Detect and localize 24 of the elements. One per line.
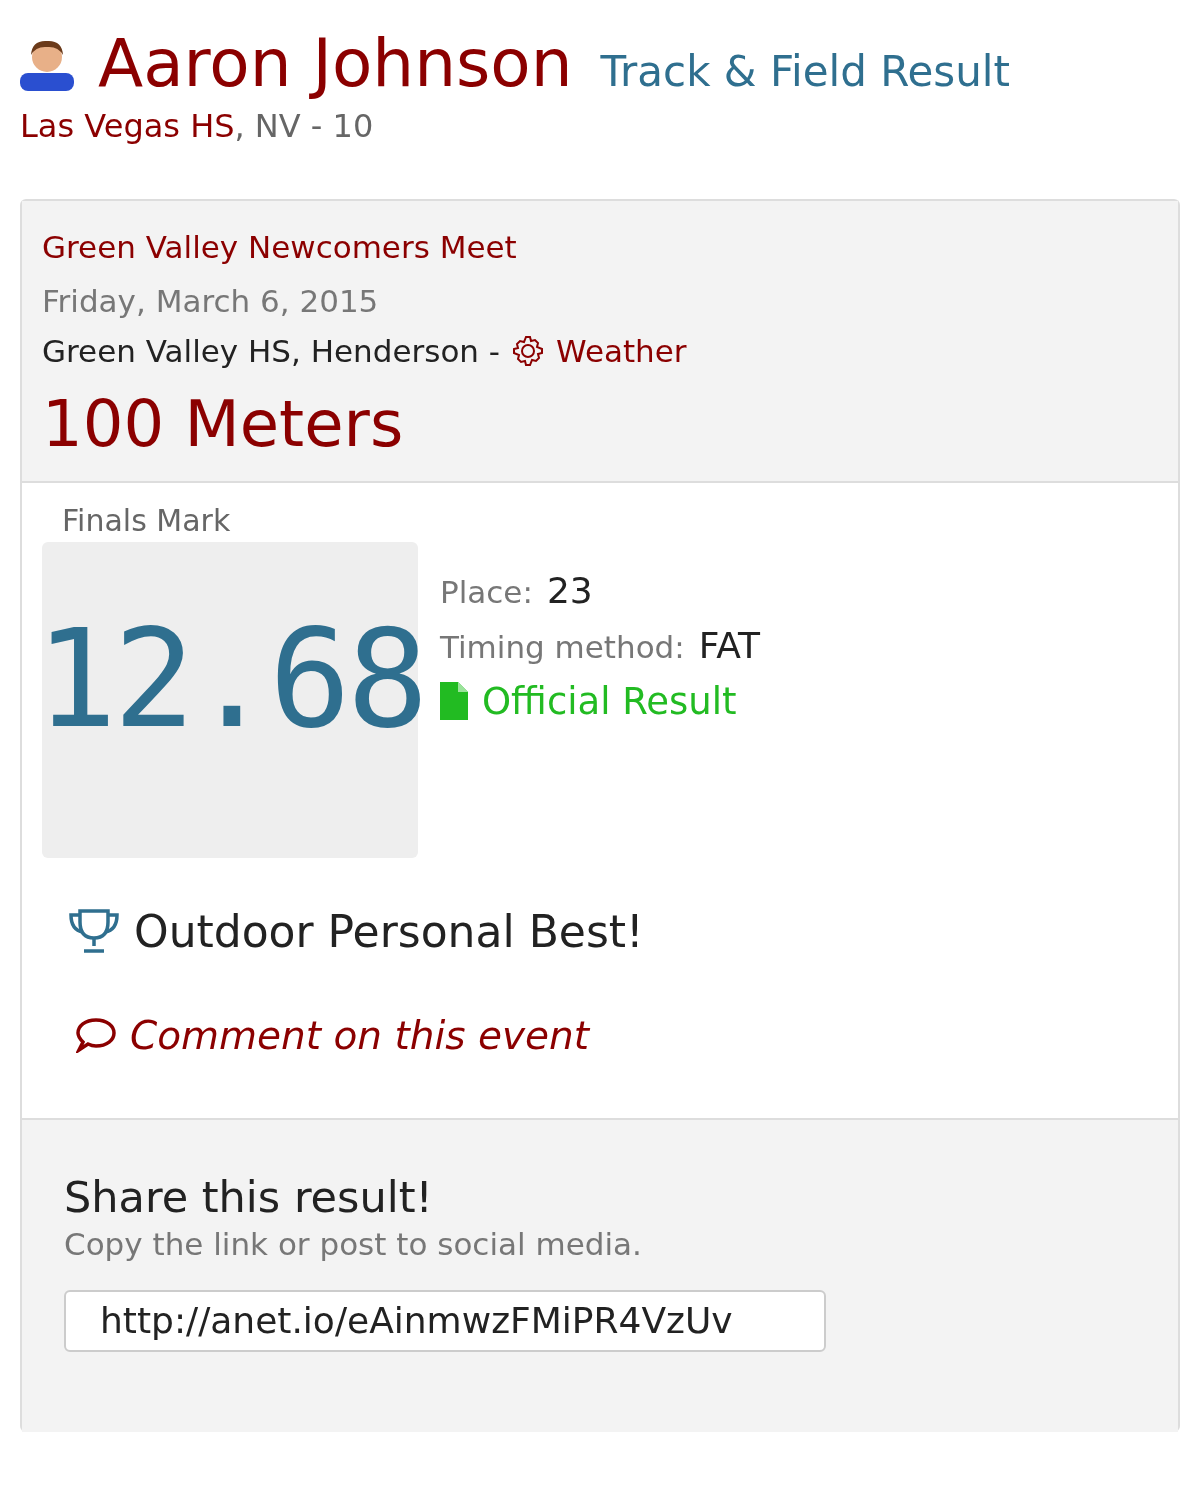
share-subtitle: Copy the link or post to social media. bbox=[64, 1225, 643, 1262]
comment-link[interactable]: Comment on this event bbox=[130, 1012, 590, 1058]
link-field[interactable]: http://anet.io/eAinmwzFMiPR4VzUv bbox=[64, 1289, 826, 1352]
weather-link[interactable]: Weather bbox=[556, 332, 687, 369]
event-title: 100 Meters bbox=[42, 386, 405, 461]
share-title: Share this result! bbox=[64, 1171, 434, 1222]
timing-label: Timing method: bbox=[440, 628, 685, 665]
location-grade: , NV - 10 bbox=[234, 106, 374, 145]
school-link[interactable]: Las Vegas HS bbox=[20, 106, 235, 145]
personal-best: Outdoor Personal Best! bbox=[134, 905, 644, 957]
athlete-name: Aaron Johnson bbox=[98, 28, 573, 101]
comment-icon bbox=[76, 1017, 116, 1054]
trophy-icon bbox=[68, 908, 120, 955]
meet-date: Friday, March 6, 2015 bbox=[42, 282, 380, 319]
meet-venue: Green Valley HS, Henderson - bbox=[42, 332, 501, 369]
meet-name[interactable]: Green Valley Newcomers Meet bbox=[42, 228, 1158, 265]
document-icon bbox=[440, 682, 468, 721]
place-value: 23 bbox=[546, 569, 593, 611]
page-title: Track & Field Result bbox=[600, 46, 1010, 96]
mark-display: 12.68 bbox=[42, 541, 418, 858]
place-label: Place: bbox=[440, 573, 533, 610]
mark-label: Finals Mark bbox=[61, 502, 232, 538]
gear-icon bbox=[512, 334, 545, 367]
timing-value: FAT bbox=[698, 624, 760, 666]
